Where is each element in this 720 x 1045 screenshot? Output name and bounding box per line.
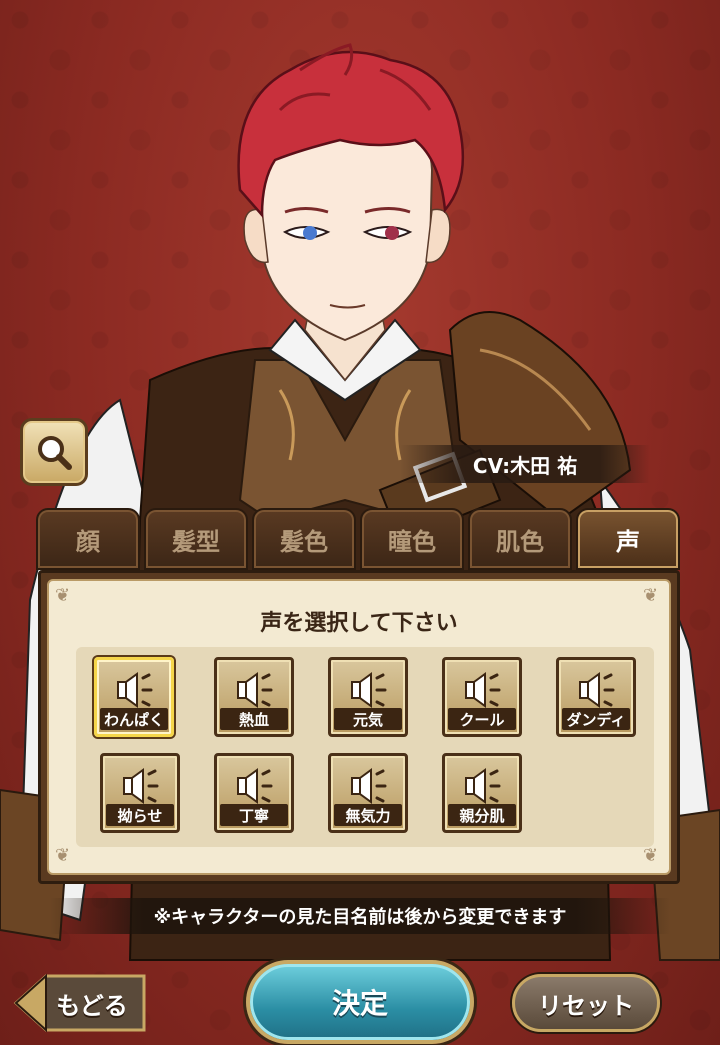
voice-option-nekketsu[interactable]: 熱血 (214, 657, 294, 737)
voice-option-oyabunhada[interactable]: 親分肌 (442, 753, 522, 833)
speaker-icon (237, 768, 273, 804)
panel-title: 声を選択して下さい (260, 611, 458, 636)
speaker-icon (123, 768, 159, 804)
tab-face[interactable]: 顔 (36, 508, 140, 570)
voice-panel-inner: ❦ ❦ ❦ ❦ 声を選択して下さい わんぱく 熱血 元気 クール ダンディ 拗ら… (47, 579, 671, 875)
speaker-icon (237, 672, 273, 708)
tab-voice[interactable]: 声 (576, 508, 680, 570)
speaker-icon (579, 672, 615, 708)
speaker-icon (351, 672, 387, 708)
back-button-label: もどる (56, 991, 128, 1020)
speaker-icon (117, 672, 153, 708)
voice-grid: わんぱく 熱血 元気 クール ダンディ 拗らせ 丁寧 無気力 親分肌 (76, 647, 654, 847)
voice-option-label: わんぱく (100, 708, 168, 730)
voice-option-label: 拗らせ (106, 804, 174, 826)
magnifier-icon (38, 436, 72, 470)
reset-button[interactable]: リセット (512, 974, 660, 1032)
speaker-icon (465, 768, 501, 804)
voice-option-mukiryoku[interactable]: 無気力 (328, 753, 408, 833)
voice-option-teinei[interactable]: 丁寧 (214, 753, 294, 833)
voice-option-wanpaku[interactable]: わんぱく (94, 657, 174, 737)
voice-option-label: 丁寧 (220, 804, 288, 826)
voice-option-cool[interactable]: クール (442, 657, 522, 737)
customization-tabs: 顔 髪型 髪色 瞳色 肌色 声 (36, 508, 680, 572)
speaker-icon (351, 768, 387, 804)
zoom-button[interactable] (20, 418, 88, 486)
speaker-icon (465, 672, 501, 708)
tab-eye-color[interactable]: 瞳色 (360, 508, 464, 570)
corner-ornament: ❦ (55, 845, 71, 866)
voice-option-label: 無気力 (334, 804, 402, 826)
tab-hairstyle[interactable]: 髪型 (144, 508, 248, 570)
tab-hair-color[interactable]: 髪色 (252, 508, 356, 570)
voice-option-label: 親分肌 (448, 804, 516, 826)
voice-option-label: ダンディ (562, 708, 630, 730)
voice-option-label: 熱血 (220, 708, 288, 730)
voice-actor-label: CV:木田 祐 (400, 445, 650, 483)
back-button[interactable]: もどる (12, 972, 148, 1034)
voice-panel: ❦ ❦ ❦ ❦ 声を選択して下さい わんぱく 熱血 元気 クール ダンディ 拗ら… (38, 570, 680, 884)
corner-ornament: ❦ (643, 845, 659, 866)
confirm-button[interactable]: 決定 (246, 960, 474, 1044)
voice-option-kojirase[interactable]: 拗らせ (100, 753, 180, 833)
voice-option-genki[interactable]: 元気 (328, 657, 408, 737)
voice-option-label: 元気 (334, 708, 402, 730)
tab-skin-color[interactable]: 肌色 (468, 508, 572, 570)
voice-option-label: クール (448, 708, 516, 730)
voice-option-dandy[interactable]: ダンディ (556, 657, 636, 737)
notice-text: ※キャラクターの見た目名前は後から変更できます (50, 898, 670, 934)
